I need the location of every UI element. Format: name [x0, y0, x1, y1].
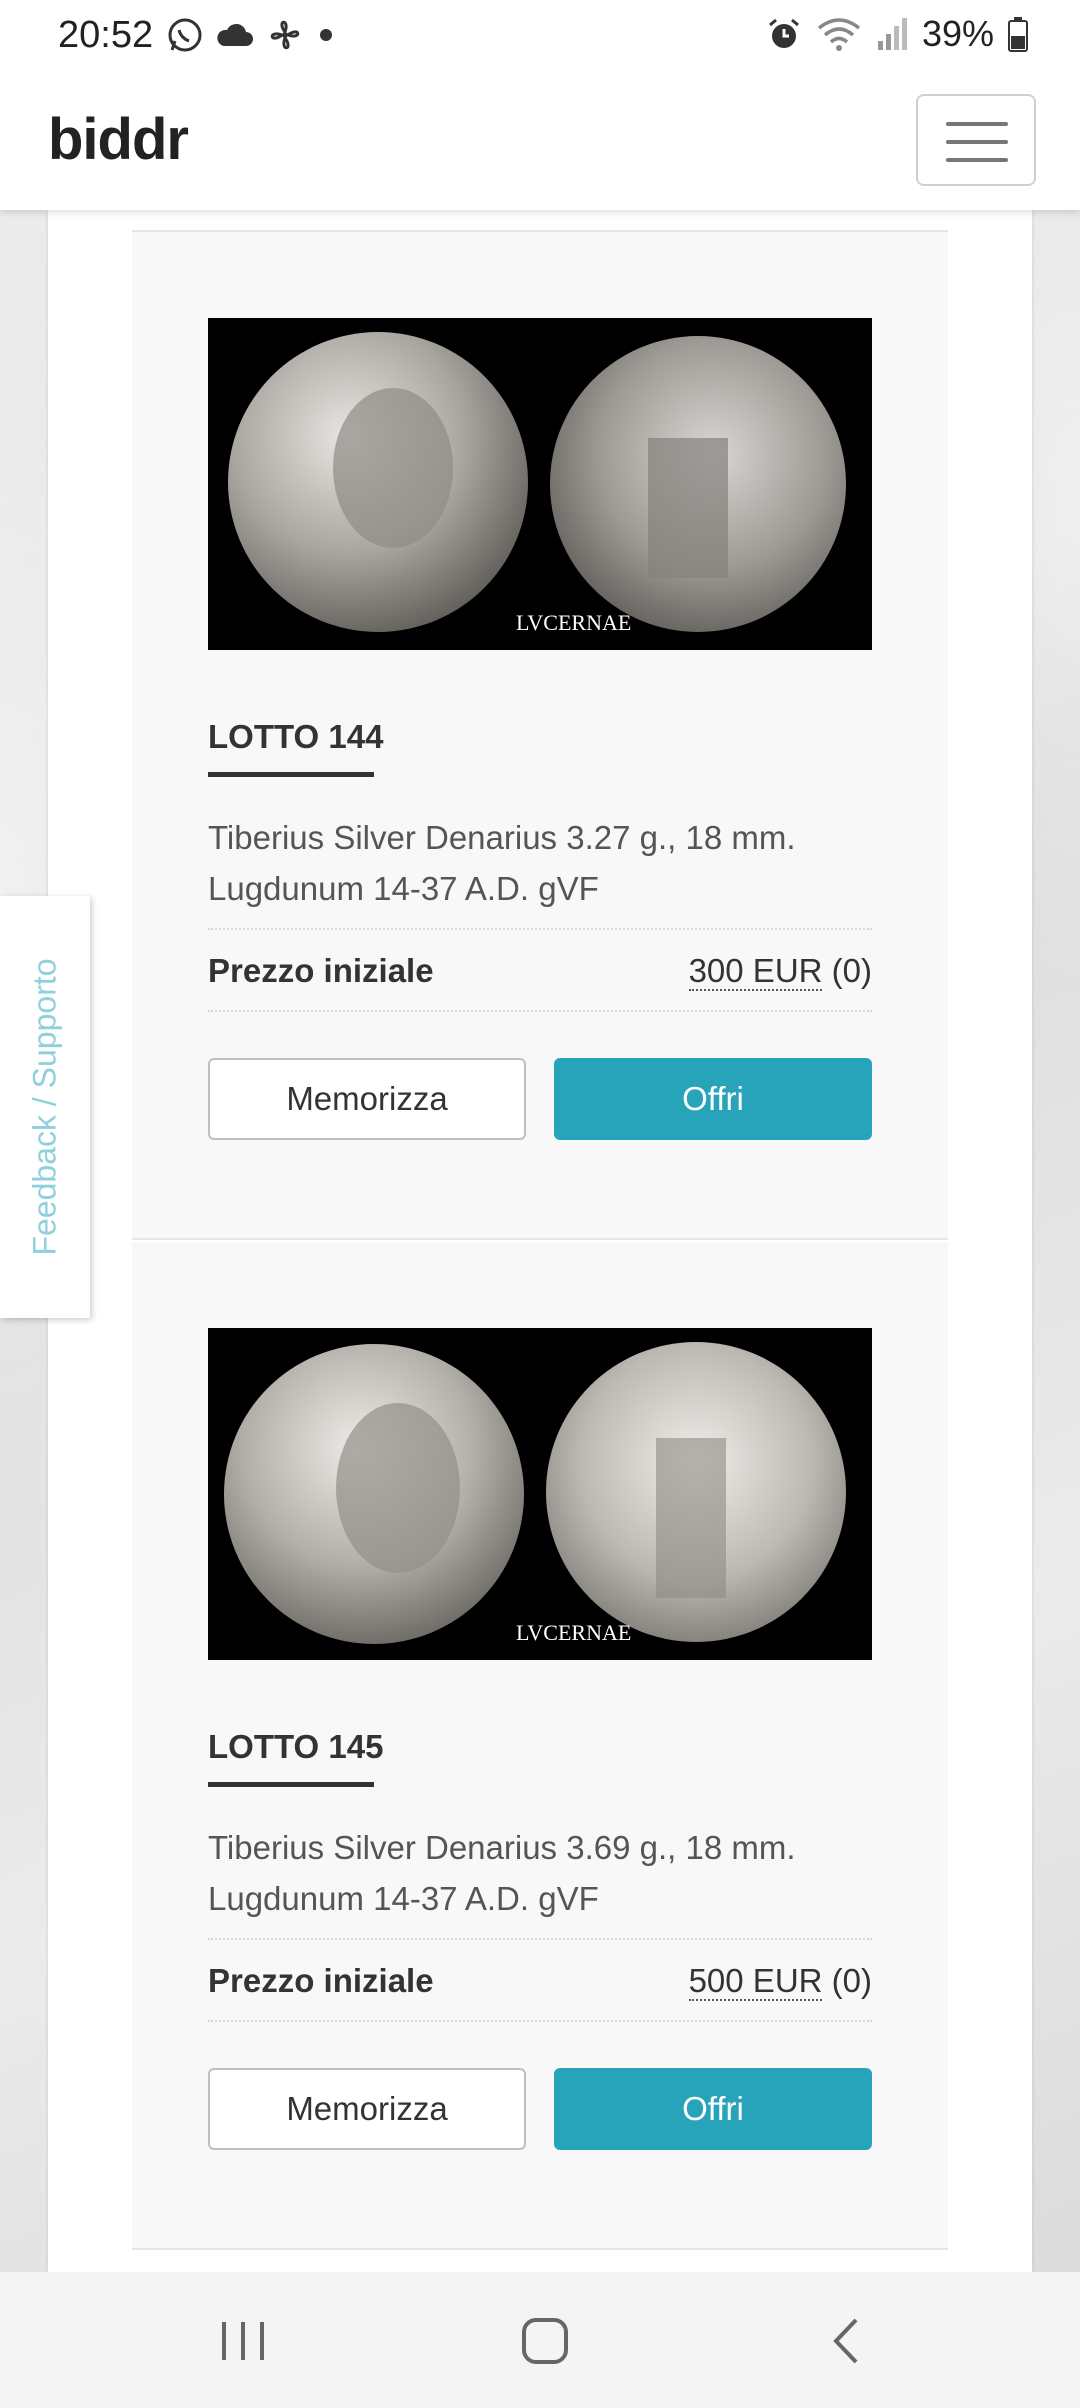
price-value: 500 EUR (0) [688, 1962, 872, 2001]
bid-count: (0) [831, 952, 872, 989]
cloud-icon [217, 23, 253, 46]
price-value: 300 EUR (0) [688, 952, 872, 991]
recent-apps-icon[interactable] [216, 2316, 270, 2366]
biddr-logo[interactable]: biddr [48, 106, 189, 173]
feedback-tab[interactable]: Feedback / Supporto [0, 896, 90, 1318]
wifi-icon [817, 18, 861, 51]
status-bar: 20:52 39% [0, 0, 1080, 70]
lot-card: LVCERNAE LOTTO 144 Tiberius Silver Denar… [132, 232, 948, 1240]
lot-title[interactable]: LOTTO 145 [208, 1728, 383, 1766]
price-row: Prezzo iniziale 500 EUR (0) [208, 1938, 872, 2022]
alarm-icon [768, 18, 799, 48]
back-icon[interactable] [826, 2314, 866, 2368]
system-nav-bar [0, 2272, 1080, 2408]
signal-icon [877, 18, 907, 50]
price-label: Prezzo iniziale [208, 952, 434, 989]
app-header: biddr [0, 70, 1080, 210]
price-amount[interactable]: 500 EUR [688, 1962, 823, 2001]
feedback-label: Feedback / Supporto [26, 958, 63, 1256]
lot-image[interactable]: LVCERNAE [208, 1328, 872, 1660]
battery-icon [1008, 17, 1028, 52]
hamburger-menu-button[interactable] [916, 94, 1036, 186]
status-time: 20:52 [58, 14, 154, 56]
lot-title[interactable]: LOTTO 144 [208, 718, 383, 756]
lot-description: Tiberius Silver Denarius 3.27 g., 18 mm.… [208, 819, 796, 907]
fan-icon [270, 20, 300, 50]
lot-description: Tiberius Silver Denarius 3.69 g., 18 mm.… [208, 1829, 796, 1917]
whatsapp-icon [168, 18, 202, 52]
lot-image-watermark: LVCERNAE [516, 610, 631, 635]
offer-button[interactable]: Offri [554, 1058, 872, 1140]
home-icon[interactable] [518, 2314, 572, 2368]
dot-icon [320, 29, 332, 41]
price-amount[interactable]: 300 EUR [688, 952, 823, 991]
status-icons-left [166, 14, 336, 56]
lot-card: LVCERNAE LOTTO 145 Tiberius Silver Denar… [132, 1242, 948, 2250]
lot-title-underline [208, 1782, 374, 1787]
save-button[interactable]: Memorizza [208, 1058, 526, 1140]
lot-title-underline [208, 772, 374, 777]
lot-image[interactable]: LVCERNAE [208, 318, 872, 650]
offer-button[interactable]: Offri [554, 2068, 872, 2150]
divider [132, 1238, 948, 1240]
battery-percent: 39% [921, 13, 994, 54]
status-icons-right: 39% [766, 12, 1028, 56]
price-label: Prezzo iniziale [208, 1962, 434, 1999]
hamburger-menu-icon [946, 122, 1008, 126]
divider [132, 2248, 948, 2250]
price-row: Prezzo iniziale 300 EUR (0) [208, 928, 872, 1012]
save-button[interactable]: Memorizza [208, 2068, 526, 2150]
bid-count: (0) [831, 1962, 872, 1999]
lot-image-watermark: LVCERNAE [516, 1620, 631, 1645]
